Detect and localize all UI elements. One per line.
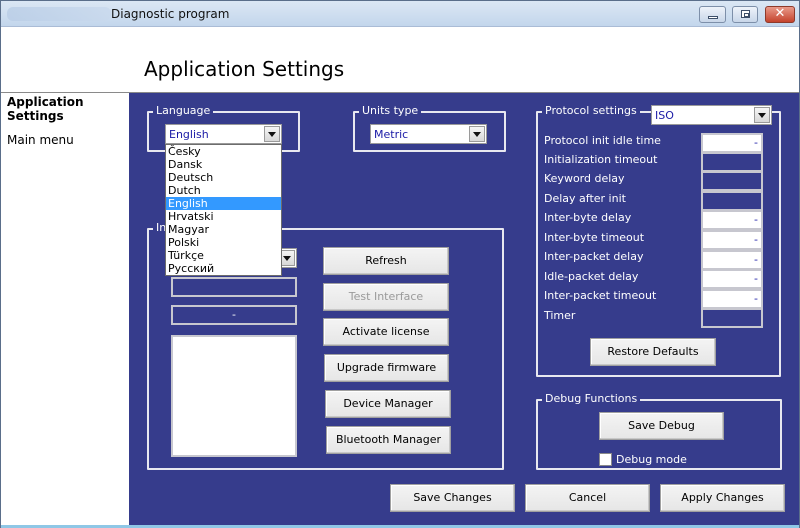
- inter-packet-delay-field[interactable]: -: [701, 250, 763, 270]
- language-option[interactable]: Dutch: [166, 184, 281, 197]
- chevron-down-icon[interactable]: [754, 107, 770, 123]
- bluetooth-manager-button[interactable]: Bluetooth Manager: [326, 426, 451, 454]
- protocol-row-label: Inter-byte timeout: [544, 231, 645, 244]
- app-icon: [7, 7, 111, 21]
- cancel-button[interactable]: Cancel: [525, 484, 650, 512]
- sidebar-item-main-menu[interactable]: Main menu: [2, 133, 129, 147]
- sidebar-item-application-settings[interactable]: Application Settings: [2, 93, 92, 123]
- language-option[interactable]: Hrvatski: [166, 210, 281, 223]
- language-option[interactable]: Magyar: [166, 223, 281, 236]
- save-changes-button[interactable]: Save Changes: [390, 484, 515, 512]
- minimize-button[interactable]: [699, 6, 726, 23]
- title-bar[interactable]: Diagnostic program ✕: [1, 1, 799, 27]
- idle-packet-delay-field[interactable]: -: [701, 269, 763, 289]
- keyword-delay-field: [701, 171, 763, 191]
- sidebar: Application Settings Main menu: [2, 93, 129, 527]
- debug-group-label: Debug Functions: [542, 392, 641, 406]
- protocol-row-label: Keyword delay: [544, 172, 625, 185]
- protocol-row-label: Inter-byte delay: [544, 211, 632, 224]
- close-button[interactable]: ✕: [765, 6, 795, 23]
- activate-license-button[interactable]: Activate license: [323, 318, 449, 346]
- test-interface-button[interactable]: Test Interface: [323, 283, 449, 311]
- protocol-row-label: Initialization timeout: [544, 153, 658, 166]
- units-group-label: Units type: [359, 104, 422, 118]
- language-dropdown-list[interactable]: Česky Dansk Deutsch Dutch English Hrvats…: [165, 144, 282, 276]
- debug-mode-label: Debug mode: [616, 453, 687, 466]
- maximize-button[interactable]: [732, 6, 758, 23]
- page-title: Application Settings: [144, 57, 345, 81]
- save-debug-button[interactable]: Save Debug: [599, 412, 724, 440]
- window-title: Diagnostic program: [111, 7, 230, 21]
- language-select-value: English: [169, 128, 209, 141]
- field-value: -: [754, 272, 758, 285]
- inter-byte-delay-field[interactable]: -: [701, 210, 763, 230]
- device-manager-button[interactable]: Device Manager: [325, 390, 451, 418]
- language-option[interactable]: Русский: [166, 262, 281, 275]
- language-group-label: Language: [153, 104, 214, 118]
- protocol-select[interactable]: ISO: [651, 105, 772, 125]
- close-icon: ✕: [774, 6, 786, 21]
- protocol-row-label: Timer: [544, 309, 576, 322]
- chevron-down-icon[interactable]: [264, 126, 280, 142]
- units-select[interactable]: Metric: [370, 124, 487, 144]
- debug-mode-checkbox[interactable]: [599, 453, 612, 466]
- interface-listbox[interactable]: [171, 335, 297, 457]
- protocol-row-label: Inter-packet timeout: [544, 289, 657, 302]
- maximize-icon: [741, 10, 750, 18]
- refresh-button[interactable]: Refresh: [323, 247, 449, 275]
- interface-info-field: [171, 277, 297, 297]
- interface-status-value: -: [232, 308, 236, 321]
- protocol-group-label: Protocol settings: [542, 104, 640, 118]
- field-value: -: [754, 233, 758, 246]
- protocol-init-idle-time-field[interactable]: -: [701, 133, 763, 153]
- protocol-row-label: Inter-packet delay: [544, 250, 644, 263]
- upgrade-firmware-button[interactable]: Upgrade firmware: [324, 354, 449, 382]
- language-option-selected[interactable]: English: [166, 197, 281, 210]
- field-value: -: [754, 292, 758, 305]
- interface-status-field: -: [171, 305, 297, 325]
- language-option[interactable]: Dansk: [166, 158, 281, 171]
- protocol-select-value: ISO: [655, 109, 674, 122]
- chevron-down-icon[interactable]: [469, 126, 485, 142]
- units-select-value: Metric: [374, 128, 409, 141]
- protocol-row-label: Idle-packet delay: [544, 270, 639, 283]
- language-option[interactable]: Polski: [166, 236, 281, 249]
- field-value: -: [754, 136, 758, 149]
- inter-byte-timeout-field[interactable]: -: [701, 230, 763, 250]
- protocol-row-label: Protocol init idle time: [544, 134, 661, 147]
- language-option[interactable]: Česky: [166, 145, 281, 158]
- minimize-icon: [708, 16, 718, 19]
- initialization-timeout-field: [701, 152, 763, 172]
- field-value: -: [754, 213, 758, 226]
- timer-field: [701, 308, 763, 328]
- restore-defaults-button[interactable]: Restore Defaults: [590, 338, 716, 366]
- language-option[interactable]: Deutsch: [166, 171, 281, 184]
- apply-changes-button[interactable]: Apply Changes: [660, 484, 785, 512]
- language-select[interactable]: English: [165, 124, 282, 144]
- field-value: -: [754, 253, 758, 266]
- app-window: Diagnostic program ✕ Application Setting…: [0, 0, 800, 528]
- language-option[interactable]: Türkçe: [166, 249, 281, 262]
- inter-packet-timeout-field[interactable]: -: [701, 289, 763, 309]
- protocol-row-label: Delay after init: [544, 192, 626, 205]
- delay-after-init-field: [701, 191, 763, 211]
